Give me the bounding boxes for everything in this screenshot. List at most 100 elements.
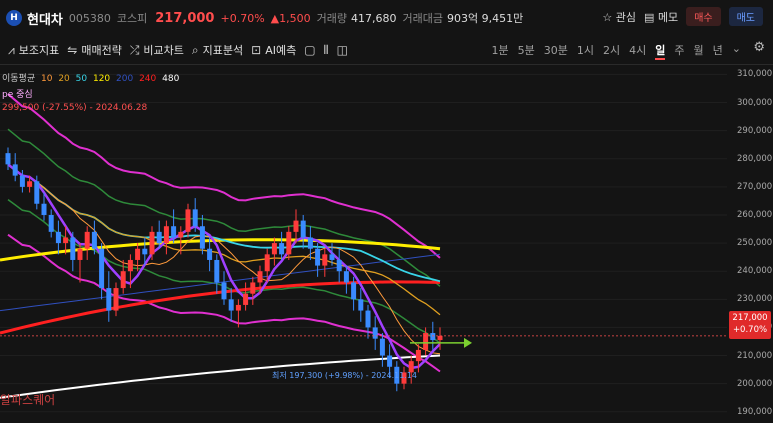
watch-label: 관심 — [615, 10, 637, 24]
chart-legend: 이동평균 10 20 50 120 200 240 480 pe 중심 299,… — [2, 71, 185, 113]
ma-period-200: 200 — [113, 74, 134, 84]
candle-body — [34, 181, 40, 204]
square-icon: ▢ — [304, 43, 316, 57]
analysis-button[interactable]: ⌕ 지표분석 — [192, 42, 243, 58]
candle-body — [171, 226, 177, 238]
candle-body — [207, 248, 213, 260]
axis-tick: 310,000 — [737, 69, 773, 80]
candle-body — [243, 293, 249, 305]
candle-body — [221, 282, 227, 300]
period-2h[interactable]: 2시 — [603, 42, 620, 60]
period-5min[interactable]: 5분 — [518, 42, 535, 60]
square-tool-button[interactable]: ▢ — [304, 43, 315, 57]
candle-body — [365, 310, 371, 328]
candle-body — [322, 254, 328, 266]
stock-header: H 현대차 005380 코스피 217,000 +0.70% ▲1,500 거… — [0, 0, 773, 36]
candle-body — [430, 333, 436, 341]
sell-button[interactable]: 매도 — [728, 7, 763, 26]
volume-label: 거래량 — [316, 12, 347, 25]
indicator-button[interactable]: ⩘ 보조지표 — [8, 42, 59, 58]
candlestick-icon: ⫴ — [323, 42, 329, 57]
hyundai-logo-icon: H — [6, 10, 22, 26]
candle-body — [387, 355, 393, 367]
current-price-label: 217,000 +0.70% — [729, 311, 771, 339]
candle-body — [315, 248, 321, 266]
ai-icon: ⊡ — [251, 43, 262, 57]
stock-name[interactable]: 현대차 — [27, 9, 63, 28]
period-30min[interactable]: 30분 — [544, 42, 568, 60]
period-day[interactable]: 일 — [655, 42, 666, 60]
memo-icon: ▤ — [644, 10, 655, 24]
candle-body — [91, 231, 97, 249]
amount-label: 거래대금 — [402, 12, 443, 25]
axis-tick: 290,000 — [737, 125, 773, 136]
buy-button[interactable]: 매수 — [686, 7, 721, 26]
candle-body — [156, 231, 162, 244]
axis-change: +0.70% — [732, 325, 768, 335]
watch-button[interactable]: ☆ 관심 — [602, 9, 636, 25]
ma-label: 이동평균 — [2, 74, 36, 84]
ai-predict-label: AI예측 — [265, 44, 297, 57]
candle-body — [214, 259, 220, 283]
candle-body — [343, 271, 349, 283]
memo-button[interactable]: ▤ 메모 — [644, 9, 678, 25]
current-price: 217,000 — [155, 10, 215, 26]
axis-price: 217,000 — [732, 313, 768, 323]
ma-period-10: 10 — [38, 74, 53, 84]
candle-body — [437, 335, 443, 341]
change-absolute: ▲1,500 — [270, 11, 311, 25]
gear-icon[interactable]: ⚙ — [753, 40, 765, 55]
candle-body — [271, 243, 277, 255]
candle-body — [199, 226, 205, 249]
period-4h[interactable]: 4시 — [629, 42, 646, 60]
compare-button[interactable]: ⤮ 비교차트 — [130, 42, 184, 58]
candle-body — [5, 153, 11, 165]
candle-body — [286, 231, 292, 255]
candle-type-button[interactable]: ⫴ — [324, 43, 329, 58]
strategy-label: 매매전략 — [81, 44, 122, 57]
candle-body — [307, 237, 313, 249]
axis-tick: 190,000 — [737, 406, 773, 417]
ma-period-480: 480 — [159, 74, 180, 84]
ai-predict-button[interactable]: ⊡ AI예측 — [251, 42, 296, 58]
candle-body — [235, 304, 241, 311]
candle-body — [336, 259, 342, 272]
period-1min[interactable]: 1분 — [492, 42, 509, 60]
candle-body — [228, 299, 234, 311]
candle-body — [19, 175, 25, 187]
candle-body — [99, 248, 105, 289]
axis-tick: 270,000 — [737, 181, 773, 192]
candle-body — [279, 243, 285, 255]
screenshot-button[interactable]: ◫ — [337, 43, 348, 57]
axis-tick: 240,000 — [737, 266, 773, 277]
period-selector: 1분 5분 30분 1시 2시 4시 일 주 월 년 ⌄ — [492, 42, 741, 60]
candle-body — [329, 254, 335, 260]
envelope-label: pe 중심 — [2, 90, 33, 100]
candle-body — [257, 271, 263, 283]
period-year[interactable]: 년 — [713, 42, 723, 60]
ma-period-50: 50 — [72, 74, 88, 84]
strategy-button[interactable]: ⇋ 매매전략 — [67, 42, 122, 58]
axis-tick: 230,000 — [737, 294, 773, 305]
brand-watermark: 알파스퀘어 — [0, 393, 56, 407]
chevron-down-icon[interactable]: ⌄ — [732, 42, 741, 60]
candle-body — [142, 248, 148, 255]
analysis-icon: ⌕ — [191, 42, 199, 57]
change-percent: +0.70% — [220, 11, 265, 25]
axis-tick: 250,000 — [737, 238, 773, 249]
ma-period-120: 120 — [90, 74, 111, 84]
forecast-arrow-head — [464, 337, 472, 348]
candle-body — [12, 164, 18, 176]
period-month[interactable]: 월 — [694, 42, 704, 60]
candle-body — [113, 288, 119, 311]
period-week[interactable]: 주 — [674, 42, 684, 60]
camera-icon: ◫ — [336, 43, 348, 57]
ma-period-list: 10 20 50 120 200 240 480 — [38, 74, 182, 84]
period-1h[interactable]: 1시 — [577, 42, 594, 60]
candle-body — [120, 271, 126, 289]
candle-body — [351, 282, 357, 300]
price-axis: 310,000 300,000 290,000 280,000 270,000 260,0… — [727, 66, 773, 423]
candle-body — [106, 288, 112, 311]
volume-value: 417,680 — [350, 11, 397, 25]
candle-body — [192, 209, 198, 227]
